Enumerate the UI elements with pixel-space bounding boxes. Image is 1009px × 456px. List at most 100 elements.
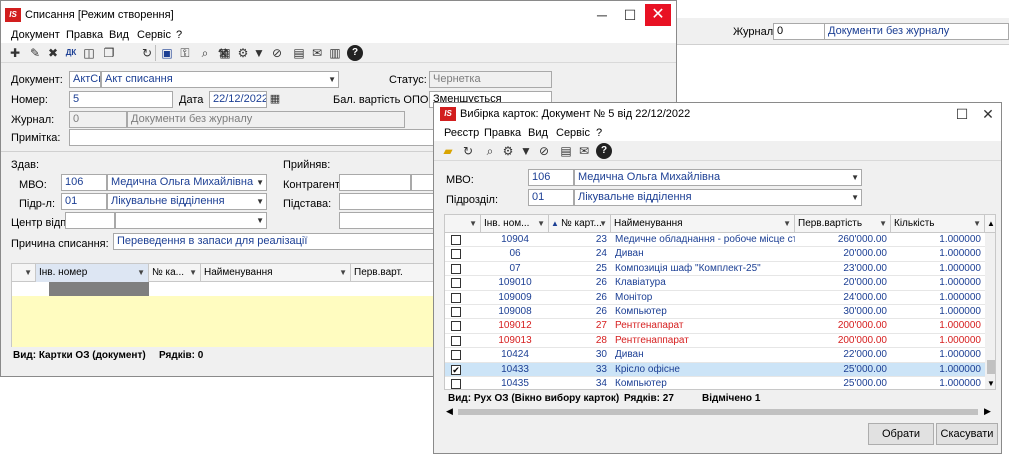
table-row[interactable]: ✔ 10433 33 Крісло офісне 25'000.00 1.000000	[445, 362, 985, 377]
chevron-down-icon[interactable]: ▼	[256, 213, 264, 228]
dk-icon[interactable]: ДК	[63, 45, 79, 61]
delete-icon[interactable]: ✖	[45, 45, 61, 61]
document-name-field[interactable]: Акт списання ▼	[101, 71, 339, 88]
search-icon[interactable]: ⌕	[197, 45, 213, 61]
table-row[interactable]: 109013 28 Рентгенаппарат 200'000.00 1.000000	[445, 333, 985, 349]
table-row[interactable]: 109012 27 Рентгенапарат 200'000.00 1.000000	[445, 319, 985, 334]
filter-icon[interactable]: ▼	[251, 45, 267, 61]
menu-view[interactable]: Вид	[109, 29, 129, 41]
col-inv-number[interactable]: Інв. номер ▼	[36, 264, 149, 282]
row-checkbox[interactable]	[451, 350, 461, 361]
row-checkbox[interactable]: ✔	[451, 364, 461, 375]
dialog-mvo-code-field[interactable]: 106	[528, 169, 574, 186]
col-name[interactable]: Найменування ▼	[611, 215, 795, 233]
table-row[interactable]: 10904 23 Медичне обладнання - робоче місце…	[445, 233, 985, 248]
basis-field[interactable]	[339, 193, 439, 210]
calendar-icon[interactable]: ▦	[267, 91, 283, 107]
vertical-scrollbar[interactable]: ▼	[985, 233, 995, 389]
col-check[interactable]: ▼	[445, 215, 481, 233]
scrollbar-thumb[interactable]	[987, 360, 995, 374]
filter-icon[interactable]: ▼	[518, 143, 534, 159]
table-row[interactable]: 10435 34 Компьютер 25'000.00 1.000000	[445, 377, 985, 389]
row-checkbox[interactable]	[451, 263, 461, 274]
dept-code-field[interactable]: 01	[61, 193, 107, 210]
maximize-icon[interactable]: ☐	[617, 4, 643, 26]
row-checkbox[interactable]	[451, 335, 461, 346]
view-icon[interactable]: ◫	[81, 45, 97, 61]
mail-icon[interactable]: ✉	[576, 143, 592, 159]
refresh-icon[interactable]: ↻	[460, 143, 476, 159]
open-folder-icon[interactable]: ▰	[440, 143, 456, 159]
select-button[interactable]: Обрати	[868, 423, 934, 445]
chevron-down-icon[interactable]: ▼	[256, 175, 264, 190]
number-field[interactable]: 5	[69, 91, 173, 108]
dialog-dept-code-field[interactable]: 01	[528, 189, 574, 206]
chevron-down-icon[interactable]: ▼	[851, 170, 859, 185]
mail-icon[interactable]: ✉	[309, 45, 325, 61]
scroll-left-icon[interactable]: ◀	[446, 406, 453, 417]
table-icon[interactable]: ▦	[217, 45, 233, 61]
row-checkbox[interactable]	[451, 249, 461, 260]
col-handle[interactable]: ▼	[12, 264, 36, 282]
scroll-up-icon[interactable]: ▲	[985, 215, 995, 233]
clear-filter-icon[interactable]: ⊘	[536, 143, 552, 159]
chevron-down-icon[interactable]: ▼	[328, 72, 336, 87]
dialog-dept-name-field[interactable]: Лікувальне відділення ▼	[574, 189, 862, 206]
table-row[interactable]: 07 25 Композиція шаф "Комплект-25" 23'000.0…	[445, 261, 985, 277]
document-icon[interactable]: ▤	[558, 143, 574, 159]
menu-edit[interactable]: Правка	[66, 29, 103, 41]
row-checkbox[interactable]	[451, 321, 461, 332]
counterparty-code-field[interactable]	[339, 174, 411, 191]
scroll-down-icon[interactable]: ▼	[987, 379, 995, 388]
row-checkbox[interactable]	[451, 292, 461, 303]
row-checkbox[interactable]	[451, 307, 461, 317]
menu-service[interactable]: Сервіс	[137, 29, 171, 41]
col-inv-number[interactable]: Інв. ном... ▼	[481, 215, 549, 233]
menu-help[interactable]: ?	[596, 127, 602, 139]
menu-view[interactable]: Вид	[528, 127, 548, 139]
close-icon[interactable]: ✕	[645, 4, 671, 26]
clear-filter-icon[interactable]: ⊘	[269, 45, 285, 61]
mvo-code-field[interactable]: 106	[61, 174, 107, 191]
mvo-name-field[interactable]: Медична Ольга Михайлівна ▼	[107, 174, 267, 191]
chevron-down-icon[interactable]: ▼	[256, 194, 264, 209]
settings-icon[interactable]: ⚙	[235, 45, 251, 61]
resp-center-name-field[interactable]: ▼	[115, 212, 267, 229]
minimize-icon[interactable]: ─	[589, 4, 615, 26]
row-checkbox[interactable]	[451, 278, 461, 289]
calculator-icon[interactable]: ▥	[327, 45, 343, 61]
refresh-icon[interactable]: ↻	[139, 45, 155, 61]
col-cost[interactable]: Перв.вартість ▼	[795, 215, 891, 233]
reason-field[interactable]: Переведення в запаси для реалізації	[113, 233, 443, 250]
scroll-right-icon[interactable]: ▶	[984, 406, 991, 417]
help-icon[interactable]: ?	[347, 45, 363, 61]
menu-registry[interactable]: Реєстр	[444, 127, 479, 139]
date-field[interactable]: 22/12/2022	[209, 91, 267, 108]
table-row[interactable]: 109008 26 Компьютер 30'000.00 1.000000	[445, 305, 985, 320]
menu-help[interactable]: ?	[176, 29, 182, 41]
table-row[interactable]: 10424 30 Диван 22'000.00 1.000000	[445, 348, 985, 363]
col-cost[interactable]: Перв.варт.	[351, 264, 444, 282]
dept-name-field[interactable]: Лікувальне відділення ▼	[107, 193, 267, 210]
col-card-number[interactable]: ▲ № карт... ▼	[549, 215, 611, 233]
table-row[interactable]: 06 24 Диван 20'000.00 1.000000	[445, 247, 985, 262]
edit-icon[interactable]: ✎	[27, 45, 43, 61]
row-checkbox[interactable]	[451, 235, 461, 245]
cancel-button[interactable]: Скасувати	[936, 423, 998, 445]
bg-journal-name-field[interactable]: Документи без журналу	[824, 23, 1009, 40]
menu-service[interactable]: Сервіс	[556, 127, 590, 139]
menu-document[interactable]: Документ	[11, 29, 60, 41]
row-checkbox[interactable]	[451, 379, 461, 389]
resp-center-code-field[interactable]	[65, 212, 115, 229]
hscroll-thumb[interactable]	[458, 409, 978, 415]
copy-icon[interactable]: ❐	[101, 45, 117, 61]
document-icon[interactable]: ▤	[291, 45, 307, 61]
help-icon[interactable]: ?	[596, 143, 612, 159]
close-icon[interactable]: ✕	[976, 103, 1000, 125]
document-code-field[interactable]: АктСп	[69, 71, 101, 88]
col-quantity[interactable]: Кількість ▼	[891, 215, 985, 233]
save-icon[interactable]: ▣	[159, 45, 175, 61]
bg-journal-code-field[interactable]: 0	[773, 23, 825, 40]
new-icon[interactable]: ✚	[7, 45, 23, 61]
maximize-icon[interactable]: ☐	[950, 103, 974, 125]
